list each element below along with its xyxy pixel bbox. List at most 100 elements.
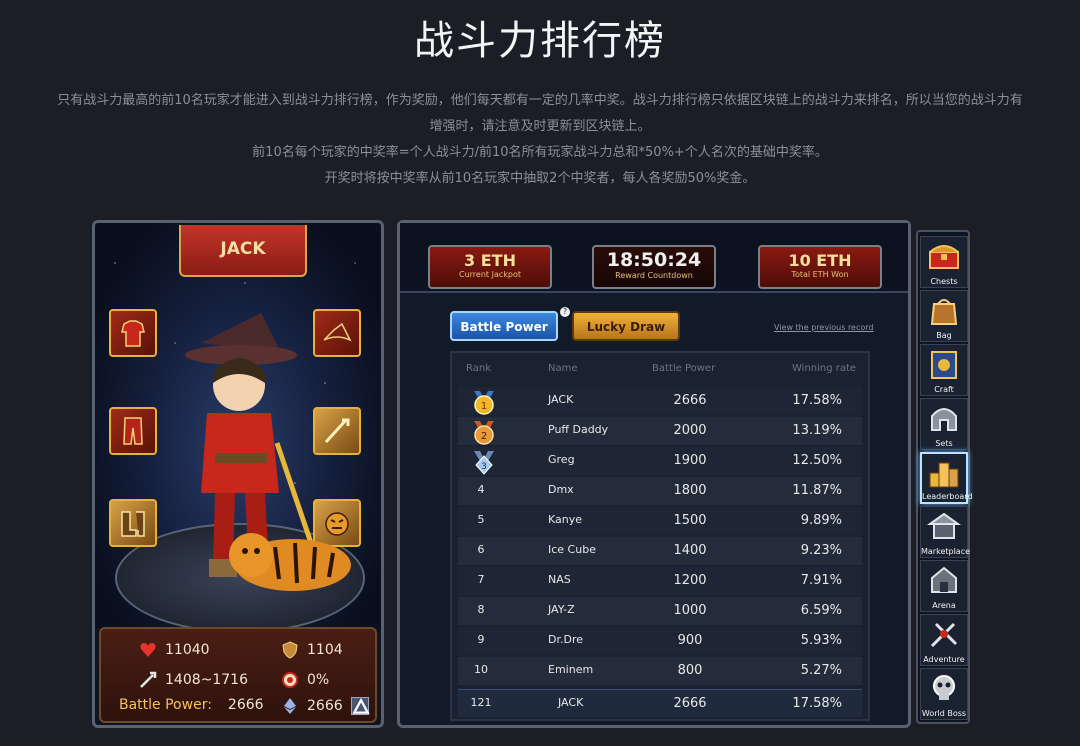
- boss-skull-icon: [933, 675, 955, 700]
- table-row[interactable]: 4 Dmx 1800 11.87%: [458, 477, 862, 505]
- menu-item-arena[interactable]: Arena: [920, 560, 968, 612]
- tiger-pet: [229, 533, 351, 591]
- row-rate: 13.19%: [792, 423, 842, 438]
- bronze-medal-icon: 3: [474, 451, 494, 475]
- svg-text:1: 1: [481, 401, 487, 412]
- menu-item-craft[interactable]: Craft: [920, 344, 968, 396]
- stat-hp-value: 11040: [165, 642, 210, 658]
- row-rank: 10: [474, 663, 488, 676]
- current-jackpot-value: 3 ETH: [464, 251, 516, 270]
- svg-text:2: 2: [481, 431, 487, 442]
- row-power: 1500: [673, 513, 707, 528]
- menu-item-chests[interactable]: Chests: [920, 236, 968, 288]
- chain-power-value: 2666: [307, 698, 343, 714]
- reward-countdown-box: 18:50:24 Reward Countdown: [592, 245, 716, 289]
- stat-defense: 1104: [281, 641, 343, 659]
- self-rank-row[interactable]: 121 JACK 2666 17.58%: [458, 689, 862, 717]
- table-row[interactable]: 1 JACK 2666 17.58%: [458, 387, 862, 415]
- craft-book-icon: [931, 351, 957, 379]
- table-row[interactable]: 6 Ice Cube 1400 9.23%: [458, 537, 862, 565]
- menu-item-marketplace[interactable]: Marketplace: [920, 506, 971, 558]
- market-tent-icon: [926, 512, 962, 539]
- equip-slot-armor[interactable]: [109, 309, 157, 357]
- leaderboard-panel: 3 ETH Current Jackpot 18:50:24 Reward Co…: [397, 220, 911, 728]
- leaderboard-icon: [929, 462, 959, 488]
- row-rate: 11.87%: [792, 483, 842, 498]
- menu-item-bag[interactable]: Bag: [920, 290, 968, 342]
- menu-label: Bag: [936, 331, 952, 340]
- menu-label: Marketplace: [921, 547, 971, 556]
- menu-item-leaderboard[interactable]: Leaderboard: [920, 452, 973, 504]
- row-power: 2000: [673, 423, 707, 438]
- stat-attack-value: 1408~1716: [165, 672, 248, 688]
- header-battle-power: Battle Power: [652, 363, 716, 374]
- stat-attack: 1408~1716: [139, 671, 248, 689]
- current-jackpot-label: Current Jackpot: [459, 270, 521, 279]
- row-name: Dr.Dre: [548, 633, 583, 646]
- row-rate: 5.93%: [800, 633, 842, 648]
- help-icon[interactable]: ?: [560, 307, 570, 317]
- upload-icon: [351, 697, 370, 714]
- shield-icon: [282, 641, 298, 659]
- equip-slot-pants[interactable]: [109, 407, 157, 455]
- leaderboard-table: Rank Name Battle Power Winning rate 1 JA…: [450, 351, 870, 721]
- menu-label: Chests: [930, 277, 958, 286]
- self-power: 2666: [673, 696, 707, 711]
- total-eth-won-label: Total ETH Won: [791, 270, 849, 279]
- row-name: Eminem: [548, 663, 594, 676]
- row-name: Kanye: [548, 513, 583, 526]
- stat-chain-power: 2666: [281, 697, 370, 715]
- row-power: 1800: [673, 483, 707, 498]
- table-row[interactable]: 8 JAY-Z 1000 6.59%: [458, 597, 862, 625]
- menu-label: World Boss: [921, 709, 967, 718]
- armor-icon: [121, 320, 145, 347]
- gold-medal-icon: 1: [474, 391, 494, 415]
- table-row[interactable]: 3 Greg 1900 12.50%: [458, 447, 862, 475]
- battle-power-value: 2666: [227, 697, 264, 713]
- ethereum-icon: [284, 698, 296, 714]
- upload-to-chain-button[interactable]: [350, 697, 370, 715]
- row-rate: 6.59%: [800, 603, 842, 618]
- equip-slot-boots[interactable]: [109, 499, 157, 547]
- menu-item-adventure[interactable]: Adventure: [920, 614, 968, 666]
- row-rate: 5.27%: [800, 663, 842, 678]
- arena-icon: [931, 566, 957, 593]
- menu-item-sets[interactable]: Sets: [920, 398, 968, 450]
- silver-medal-icon: 2: [474, 421, 494, 445]
- stat-hp: 11040: [139, 641, 210, 659]
- character-name-banner: JACK: [179, 225, 307, 277]
- table-row[interactable]: 5 Kanye 1500 9.89%: [458, 507, 862, 535]
- row-name: Dmx: [548, 483, 574, 496]
- row-power: 900: [677, 633, 703, 648]
- character-panel: JACK 11040 1104 1408~1716 0% Battle Powe…: [92, 220, 384, 728]
- menu-label: Craft: [934, 385, 954, 394]
- row-rank: 6: [477, 543, 485, 556]
- row-name: Puff Daddy: [548, 423, 609, 436]
- description-line: 开奖时将按中奖率从前10名玩家中抽取2个中奖者，每人各奖励50%奖金。: [324, 171, 756, 186]
- row-rate: 9.23%: [800, 543, 842, 558]
- boots-icon: [121, 511, 145, 537]
- table-row[interactable]: 2 Puff Daddy 2000 13.19%: [458, 417, 862, 445]
- menu-item-world-boss[interactable]: World Boss: [920, 668, 968, 720]
- row-name: Ice Cube: [548, 543, 596, 556]
- table-row[interactable]: 10 Eminem 800 5.27%: [458, 657, 862, 685]
- tab-battle-power[interactable]: Battle Power: [450, 311, 558, 341]
- total-eth-won-box: 10 ETH Total ETH Won: [758, 245, 882, 289]
- row-rank: 4: [477, 483, 485, 496]
- svg-text:3: 3: [481, 462, 487, 472]
- row-power: 1400: [673, 543, 707, 558]
- current-jackpot-box: 3 ETH Current Jackpot: [428, 245, 552, 289]
- menu-label: Arena: [932, 601, 956, 610]
- previous-record-link[interactable]: View the previous record: [774, 323, 874, 332]
- table-row[interactable]: 7 NAS 1200 7.91%: [458, 567, 862, 595]
- row-name: JACK: [548, 393, 574, 406]
- table-row[interactable]: 9 Dr.Dre 900 5.93%: [458, 627, 862, 655]
- row-name: JAY-Z: [548, 603, 575, 616]
- row-rank: 5: [477, 513, 485, 526]
- header-name: Name: [548, 363, 578, 374]
- menu-label: Leaderboard: [922, 492, 973, 501]
- row-rank: 7: [477, 573, 485, 586]
- tab-lucky-draw[interactable]: Lucky Draw: [572, 311, 680, 341]
- reward-countdown-value: 18:50:24: [606, 249, 702, 271]
- description-line: 增强时，请注意及时更新到区块链上。: [429, 119, 651, 134]
